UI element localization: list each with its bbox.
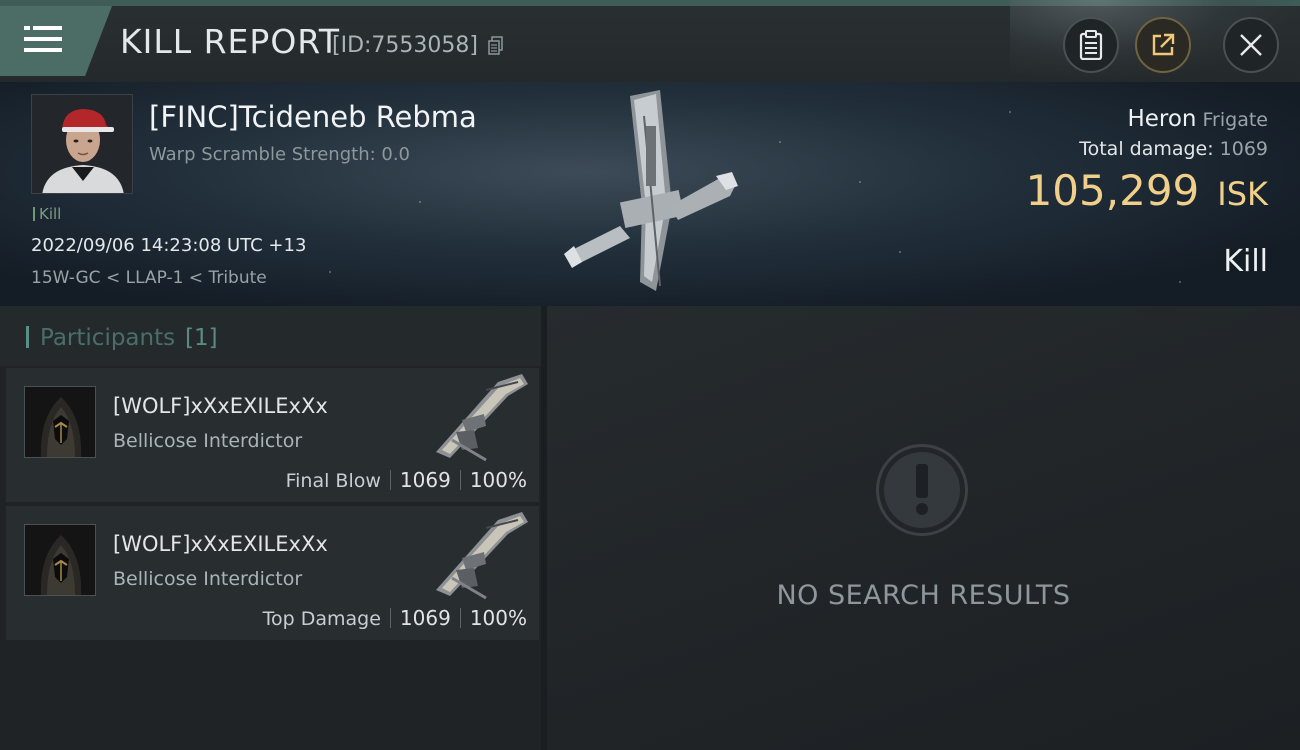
participants-header: Participants [1]: [0, 306, 541, 366]
hooded-pilot-icon: [25, 525, 95, 595]
participant-row[interactable]: [WOLF]xXxEXILExXx Bellicose Interdictor …: [6, 368, 539, 502]
victim-header: [FINC]Tcideneb Rebma Warp Scramble Stren…: [0, 82, 1300, 306]
participant-damage: 1069: [399, 468, 451, 492]
clipboard-button[interactable]: [1063, 17, 1119, 73]
participant-ship-image[interactable]: [426, 370, 536, 462]
participant-row[interactable]: [WOLF]xXxEXILExXx Bellicose Interdictor …: [6, 506, 539, 640]
close-button[interactable]: [1223, 17, 1279, 73]
close-icon: [1240, 34, 1262, 56]
isk-value: 105,299: [1025, 166, 1200, 215]
total-damage-label: Total damage:: [1079, 138, 1214, 160]
menu-button[interactable]: [0, 6, 112, 76]
page-title: KILL REPORT: [120, 22, 340, 61]
victim-name[interactable]: [FINC]Tcideneb Rebma: [149, 100, 477, 134]
share-button[interactable]: [1135, 17, 1191, 73]
participant-ship: Bellicose Interdictor: [113, 430, 303, 452]
hooded-pilot-icon: [25, 387, 95, 457]
participants-header-accent: [26, 326, 29, 348]
participant-name[interactable]: [WOLF]xXxEXILExXx: [113, 394, 328, 418]
stat-divider: [459, 608, 461, 628]
participant-ship: Bellicose Interdictor: [113, 568, 303, 590]
victim-ship-name[interactable]: Heron: [1127, 106, 1196, 132]
participant-damage: 1069: [399, 606, 451, 630]
participant-stats: Final Blow 1069 100%: [286, 468, 527, 492]
participant-avatar[interactable]: [24, 524, 96, 596]
kill-type-tag: Kill: [33, 205, 61, 223]
total-damage-value: 1069: [1219, 138, 1268, 160]
participant-stats: Top Damage 1069 100%: [263, 606, 527, 630]
participant-percent: 100%: [469, 468, 527, 492]
exclamation-icon: [916, 464, 928, 515]
clipboard-icon: [1079, 30, 1103, 60]
share-icon: [1152, 33, 1175, 56]
participants-title: Participants: [40, 325, 176, 351]
stat-divider: [389, 470, 391, 490]
kill-result: Kill: [1223, 244, 1268, 279]
hamburger-menu-icon: [24, 26, 62, 52]
pilot-portrait-icon: [32, 95, 132, 193]
participant-ship-image[interactable]: [426, 508, 536, 600]
empty-state-text: NO SEARCH RESULTS: [776, 580, 1071, 611]
participants-count: [1]: [185, 325, 218, 351]
report-id: [ID:7553058]: [332, 33, 478, 58]
participant-name[interactable]: [WOLF]xXxEXILExXx: [113, 532, 328, 556]
kill-datetime: 2022/09/06 14:23:08 UTC +13: [31, 235, 307, 256]
kill-location[interactable]: 15W-GC < LLAP-1 < Tribute: [31, 268, 267, 288]
top-bar: KILL REPORT [ID:7553058]: [0, 0, 1300, 82]
victim-ship-class: Frigate: [1202, 109, 1268, 131]
victim-summary: Heron Frigate Total damage: 1069 105,299 IS…: [1026, 106, 1268, 215]
participants-panel: Participants [1] [WOLF]xXxEXILExXx Belli…: [0, 306, 541, 750]
participant-tag: Final Blow: [285, 470, 381, 492]
copy-icon[interactable]: [488, 36, 504, 56]
victim-ship-image[interactable]: [560, 86, 740, 301]
participant-percent: 100%: [469, 606, 527, 630]
search-results-panel: NO SEARCH RESULTS: [547, 306, 1300, 750]
participant-avatar[interactable]: [24, 386, 96, 458]
isk-unit: ISK: [1217, 175, 1268, 213]
stat-divider: [389, 608, 391, 628]
empty-state-badge: [876, 444, 968, 536]
warp-scramble-strength: Warp Scramble Strength: 0.0: [149, 144, 411, 165]
stat-divider: [459, 470, 461, 490]
victim-portrait[interactable]: [31, 94, 133, 194]
participant-tag: Top Damage: [262, 608, 381, 630]
